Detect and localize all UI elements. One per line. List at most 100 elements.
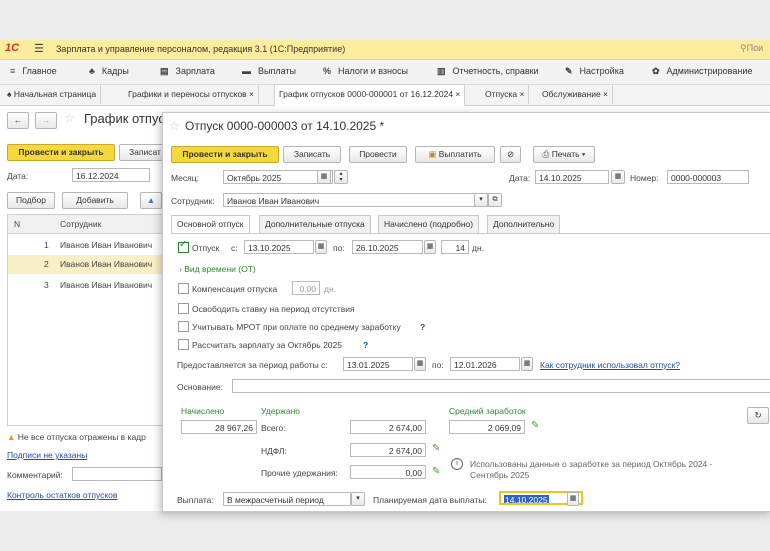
tab-home[interactable]: ♠ Начальная страница bbox=[3, 85, 102, 104]
period-to-label: по: bbox=[432, 360, 444, 370]
signatures-link[interactable]: Подписи не указаны bbox=[7, 450, 87, 460]
post-button[interactable]: Провести bbox=[349, 146, 407, 163]
tab-schedules[interactable]: Графики и переносы отпусков × bbox=[124, 85, 260, 104]
attach-icon[interactable]: ⊘ bbox=[500, 146, 521, 163]
chevron-down-icon[interactable]: ▾ bbox=[474, 193, 488, 207]
date-field[interactable]: 16.12.2024 bbox=[72, 168, 150, 182]
menu-item-main[interactable]: ≡ Главное bbox=[10, 66, 57, 76]
table-row[interactable]: 3 Иванов Иван Иванович bbox=[8, 276, 163, 294]
search-field[interactable]: ⚲Пои bbox=[740, 43, 763, 54]
compensation-days-field[interactable]: 0,00 bbox=[292, 281, 320, 295]
open-tabs: ♠ Начальная страница Графики и переносы … bbox=[0, 84, 770, 106]
warning-message: ▲ Не все отпуска отражены в кадр bbox=[7, 432, 146, 442]
withheld-label: Удержано bbox=[261, 406, 300, 416]
date-field[interactable]: 14.10.2025 bbox=[535, 170, 609, 184]
move-up-icon[interactable]: ▲ bbox=[140, 192, 162, 209]
tab-additional-vacations[interactable]: Дополнительные отпуска bbox=[259, 215, 371, 234]
pick-button[interactable]: Подбор bbox=[7, 192, 55, 209]
tab-vacation-schedule[interactable]: График отпусков 0000-000001 от 16.12.202… bbox=[274, 84, 466, 106]
print-button[interactable]: ⎙ Печать ▾ bbox=[533, 146, 595, 163]
vacation-checkbox[interactable]: ✓ bbox=[178, 239, 189, 253]
basis-field[interactable] bbox=[232, 379, 770, 393]
calc-salary-checkbox[interactable] bbox=[178, 339, 189, 350]
control-balance-link[interactable]: Контроль остатков отпусков bbox=[7, 490, 117, 500]
calendar-icon[interactable]: ▦ bbox=[567, 492, 579, 506]
menu-label: Зарплата bbox=[175, 66, 215, 76]
menu-item-admin[interactable]: ✿ Администрирование bbox=[652, 66, 752, 77]
tab-accrued-detailed[interactable]: Начислено (подробно) bbox=[378, 215, 480, 234]
favorite-star-icon[interactable]: ☆ bbox=[169, 119, 180, 133]
ndfl-label: НДФЛ: bbox=[261, 446, 287, 456]
number-field[interactable]: 0000-000003 bbox=[667, 170, 749, 184]
employee-field[interactable]: Иванов Иван Иванович bbox=[223, 193, 491, 207]
title-bar: 1С ☰ Зарплата и управление персоналом, р… bbox=[0, 40, 770, 60]
app-title: Зарплата и управление персоналом, редакц… bbox=[56, 44, 346, 54]
menu-label: Кадры bbox=[101, 66, 129, 76]
calendar-icon[interactable]: ▦ bbox=[414, 357, 426, 371]
pencil-icon[interactable]: ✎ bbox=[432, 466, 440, 477]
compensation-checkbox[interactable] bbox=[178, 283, 189, 294]
vacation-start-field[interactable]: 13.10.2025 bbox=[244, 240, 314, 254]
compensation-unit: дн. bbox=[324, 284, 337, 294]
page-title: График отпус bbox=[84, 111, 165, 126]
chevron-down-icon[interactable]: ▾ bbox=[351, 492, 365, 506]
menu-item-taxes[interactable]: % Налоги и взносы bbox=[323, 66, 408, 76]
vacation-label: Отпуск bbox=[192, 243, 220, 253]
calendar-icon[interactable]: ▦ bbox=[317, 170, 331, 184]
period-start-field[interactable]: 13.01.2025 bbox=[343, 357, 413, 371]
employee-label: Сотрудник: bbox=[171, 196, 215, 206]
help-icon[interactable]: ? bbox=[420, 322, 425, 332]
wallet-icon: ▬ bbox=[242, 66, 251, 76]
calendar-icon[interactable]: ▦ bbox=[611, 170, 625, 184]
column-header: N bbox=[14, 219, 21, 229]
month-stepper[interactable]: ▴ ▾ bbox=[334, 170, 348, 184]
menu-item-payments[interactable]: ▬ Выплаты bbox=[242, 66, 296, 76]
document-title: Отпуск 0000-000003 от 14.10.2025 * bbox=[185, 119, 385, 133]
days-field[interactable]: 14 bbox=[441, 240, 469, 254]
row-employee: Иванов Иван Иванович bbox=[60, 240, 153, 250]
planned-date-value: 14.10.2025 bbox=[504, 495, 549, 505]
open-icon[interactable]: ⧉ bbox=[488, 193, 502, 207]
menu-item-settings[interactable]: ✎ Настройка bbox=[565, 66, 624, 77]
tab-additional[interactable]: Дополнительно bbox=[487, 215, 561, 234]
menu-item-salary[interactable]: ▤ Зарплата bbox=[160, 66, 215, 77]
column-header: Сотрудник bbox=[60, 219, 102, 229]
back-button[interactable]: ← bbox=[7, 112, 29, 129]
help-icon[interactable]: ? bbox=[363, 340, 368, 350]
menu-item-hr[interactable]: ♣ Кадры bbox=[89, 66, 129, 76]
calendar-icon[interactable]: ▦ bbox=[424, 240, 436, 254]
refresh-icon[interactable]: ↻ bbox=[747, 407, 769, 424]
post-close-button[interactable]: Провести и закрыть bbox=[7, 144, 115, 161]
main-menu-icon[interactable]: ☰ bbox=[34, 42, 44, 55]
time-kind-link[interactable]: › Вид времени (ОТ) bbox=[179, 264, 256, 274]
tab-main-vacation[interactable]: Основной отпуск bbox=[171, 215, 250, 234]
pencil-icon[interactable]: ✎ bbox=[531, 420, 539, 431]
comment-field[interactable] bbox=[72, 467, 162, 481]
vacation-usage-link[interactable]: Как сотрудник использовал отпуск? bbox=[540, 360, 680, 370]
calendar-icon[interactable]: ▦ bbox=[521, 357, 533, 371]
printer-icon: ⎙ bbox=[542, 149, 552, 159]
pencil-icon[interactable]: ✎ bbox=[432, 443, 440, 454]
post-close-button[interactable]: Провести и закрыть bbox=[171, 146, 279, 163]
print-label: Печать bbox=[551, 149, 580, 159]
menu-label: Отчетность, справки bbox=[452, 66, 539, 76]
pay-button[interactable]: ▣ Выплатить bbox=[415, 146, 495, 163]
mrot-checkbox[interactable] bbox=[178, 321, 189, 332]
tab-maintenance[interactable]: Обслуживание × bbox=[538, 85, 614, 104]
mrot-label: Учитывать МРОТ при оплате по среднему за… bbox=[192, 322, 401, 332]
record-button[interactable]: Записать bbox=[283, 146, 341, 163]
table-row[interactable]: 2 Иванов Иван Иванович bbox=[8, 255, 163, 274]
add-button[interactable]: Добавить bbox=[62, 192, 128, 209]
calendar-icon[interactable]: ▦ bbox=[315, 240, 327, 254]
payout-select[interactable]: В межрасчетный период bbox=[223, 492, 351, 506]
warning-icon: ▲ bbox=[7, 432, 18, 442]
table-row[interactable]: 1 Иванов Иван Иванович bbox=[8, 236, 163, 254]
forward-button[interactable]: → bbox=[35, 112, 57, 129]
tab-label: Графики и переносы отпусков × bbox=[128, 89, 255, 99]
tab-vacations[interactable]: Отпуска × bbox=[481, 85, 530, 104]
period-end-field[interactable]: 12.01.2026 bbox=[450, 357, 520, 371]
release-rate-checkbox[interactable] bbox=[178, 303, 189, 314]
menu-item-reports[interactable]: ▥ Отчетность, справки bbox=[437, 66, 539, 77]
vacation-end-field[interactable]: 26.10.2025 bbox=[352, 240, 423, 254]
favorite-star-icon[interactable]: ☆ bbox=[64, 111, 75, 125]
